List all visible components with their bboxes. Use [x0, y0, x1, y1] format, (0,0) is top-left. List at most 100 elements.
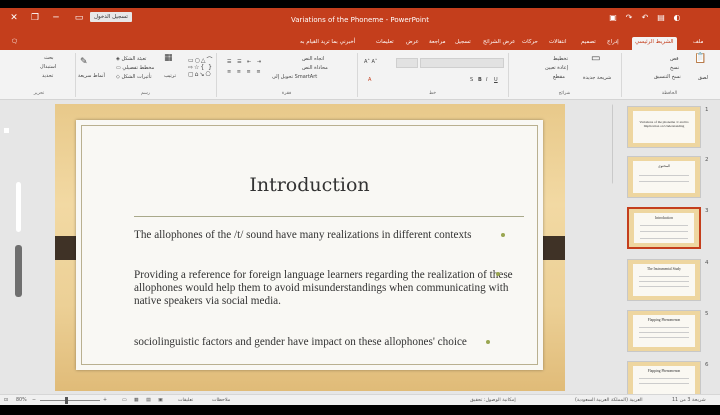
cut-button[interactable]: قص [670, 56, 679, 63]
slide-thumbnail[interactable]: المحتوى [627, 156, 701, 198]
comments-icon[interactable]: 🗨 [8, 37, 21, 48]
text-direction-button[interactable]: اتجاه النص [302, 56, 324, 63]
bullet-item[interactable]: The allophones of the /t/ sound have man… [134, 229, 524, 242]
thumbnail-text-line [639, 276, 689, 277]
autosave-icon[interactable]: ◐ [670, 11, 684, 25]
new-slide-icon[interactable]: ▭ [591, 54, 600, 64]
paste-icon[interactable]: 📋 [694, 54, 706, 64]
tell-me-search[interactable]: أخبرني بما تريد القيام به [300, 37, 355, 48]
thumbnail-text-line [639, 281, 689, 282]
zoom-slider-thumb[interactable] [65, 397, 68, 404]
reset-button[interactable]: إعادة تعيين [545, 65, 568, 72]
tab-view[interactable]: عرض [403, 37, 422, 48]
alignment-buttons[interactable]: ≡ ≡ ≡ ≡ [227, 69, 263, 76]
tab-help[interactable]: تعليمات [373, 37, 397, 48]
thumbnail-text-line [639, 332, 689, 333]
bold-button[interactable]: B [478, 77, 482, 84]
tab-animations[interactable]: حركات [519, 37, 541, 48]
thumbnail-title: Introduction [655, 216, 673, 220]
comments-button[interactable]: تعليقات [178, 397, 193, 404]
bullet-item[interactable]: sociolinguistic factors and gender have … [134, 336, 524, 349]
slide-content-panel: Introduction The allophones of the /t/ s… [76, 120, 543, 370]
paste-button[interactable]: لصق [698, 75, 708, 82]
zoom-in-icon[interactable]: + [103, 397, 107, 404]
copy-button[interactable]: نسخ [670, 65, 679, 72]
slide-number: 1 [705, 107, 709, 113]
replace-button[interactable]: استبدال [40, 64, 56, 71]
accessibility-status[interactable]: إمكانية الوصول: تحقيق [470, 397, 516, 404]
tab-file[interactable]: ملف [690, 37, 706, 48]
tab-record[interactable]: تسجيل [452, 37, 474, 48]
scroll-thumb-lower[interactable] [15, 245, 22, 297]
left-scroll-area [4, 100, 28, 394]
zoom-slider-track[interactable] [40, 400, 100, 401]
font-family-select[interactable] [420, 58, 504, 68]
format-painter-button[interactable]: نسخ التنسيق [654, 74, 681, 81]
shape-fill-button[interactable]: ◈ تعبئة الشكل [116, 56, 146, 63]
slide-thumbnail[interactable]: Variations of the phoneme /t/ and its Im… [627, 106, 701, 148]
ribbon-tabs: 🗨 أخبرني بما تريد القيام به تعليمات عرض … [0, 35, 720, 50]
slide-title[interactable]: Introduction [76, 174, 543, 196]
new-slide-button[interactable]: شريحة جديدة [583, 75, 611, 82]
ribbon: بحث استبدال تحديد تحرير ◈ تعبئة الشكل ▭ … [0, 50, 720, 100]
ribbon-group-paragraph: اتجاه النص محاذاة النص تحويل إلى SmartAr… [216, 53, 356, 97]
find-button[interactable]: بحث [44, 55, 54, 62]
ribbon-group-label: رسم [141, 91, 150, 96]
slide-thumbnail-selected[interactable]: Introduction [627, 207, 701, 249]
arrange-button[interactable]: ترتيب [164, 73, 176, 80]
thumbnail-text-line [639, 181, 689, 182]
present-from-start-icon[interactable]: ▣ [606, 11, 620, 25]
bullet-item[interactable]: Providing a reference for foreign langua… [134, 269, 514, 308]
scroll-thumb-upper[interactable] [16, 182, 21, 232]
font-size-buttons[interactable]: A˄ A˅ [364, 59, 377, 66]
notes-button[interactable]: ملاحظات [212, 397, 230, 404]
shapes-gallery[interactable]: ▭○△⌒ ⇨☆{ } ▢⌂↘⎔ [188, 57, 214, 78]
language-status: العربية (المملكة العربية السعودية) [575, 398, 643, 403]
tab-review[interactable]: مراجعة [426, 37, 449, 48]
thumbnail-text-line [639, 378, 689, 379]
ribbon-group-label: تحرير [33, 91, 45, 96]
font-size-select[interactable] [396, 58, 418, 68]
tab-design[interactable]: تصميم [578, 37, 599, 48]
view-buttons[interactable]: ▭ ▦ ▤ ▣ [122, 397, 166, 404]
status-bar: ⊡ 80% − + ▭ ▦ ▤ ▣ تعليقات ملاحظات إمكاني… [0, 394, 720, 405]
slide-frame [81, 125, 538, 365]
save-icon[interactable]: ▤ [654, 11, 668, 25]
font-color-button[interactable]: A [368, 77, 371, 84]
thumbnail-text-line [639, 175, 689, 176]
arrange-icon[interactable]: ▦ [164, 54, 173, 63]
convert-smartart-button[interactable]: تحويل إلى SmartArt [272, 74, 317, 81]
powerpoint-window: ✕ ❐ ─ ▭ تسجيل الدخول Variations of the P… [0, 8, 720, 405]
tab-insert[interactable]: إدراج [604, 37, 622, 48]
list-buttons[interactable]: ☰ ☰ ⇤ ⇥ [227, 59, 263, 66]
tab-transitions[interactable]: انتقالات [546, 37, 570, 48]
slide-number: 4 [705, 260, 709, 266]
section-button[interactable]: مقطع [553, 74, 565, 81]
italic-button[interactable]: I [486, 77, 487, 84]
tab-home[interactable]: الشريط الرئيسي [632, 37, 677, 50]
repeat-icon[interactable]: ↷ [622, 11, 636, 25]
shape-outline-button[interactable]: ▭ مخطط تفصيلي [116, 65, 154, 72]
ribbon-group-label: خط [428, 91, 437, 96]
slide-thumbnail[interactable]: Flapping Phenomenon [627, 310, 701, 352]
thumbnail-slide-area: المحتوى [633, 161, 695, 193]
zoom-level[interactable]: 80% [16, 397, 27, 404]
fit-slide-icon[interactable]: ⊡ [4, 397, 8, 404]
align-text-button[interactable]: محاذاة النص [302, 65, 328, 72]
bullet-marker [501, 233, 505, 237]
quick-styles-button[interactable]: أنماط سريعة [78, 73, 105, 80]
tab-slideshow[interactable]: عرض الشرائح [480, 37, 518, 48]
ribbon-group-drawing: ◈ تعبئة الشكل ▭ مخطط تفصيلي ◇ تأثيرات ال… [75, 53, 215, 97]
underline-button[interactable]: U [494, 77, 498, 84]
zoom-out-icon[interactable]: − [32, 397, 36, 404]
shape-effects-button[interactable]: ◇ تأثيرات الشكل [116, 74, 152, 81]
strikethrough-button[interactable]: S [470, 77, 473, 84]
layout-button[interactable]: تخطيط [553, 56, 568, 63]
slide-number: 5 [705, 311, 709, 317]
quick-styles-icon[interactable]: ✎ [80, 58, 88, 67]
select-button[interactable]: تحديد [42, 73, 53, 80]
undo-icon[interactable]: ↶ [638, 11, 652, 25]
slide-thumbnail[interactable]: The Instrumental Study [627, 259, 701, 301]
slide-canvas[interactable]: Introduction The allophones of the /t/ s… [55, 104, 565, 391]
ribbon-group-label: شرائح [558, 91, 571, 96]
